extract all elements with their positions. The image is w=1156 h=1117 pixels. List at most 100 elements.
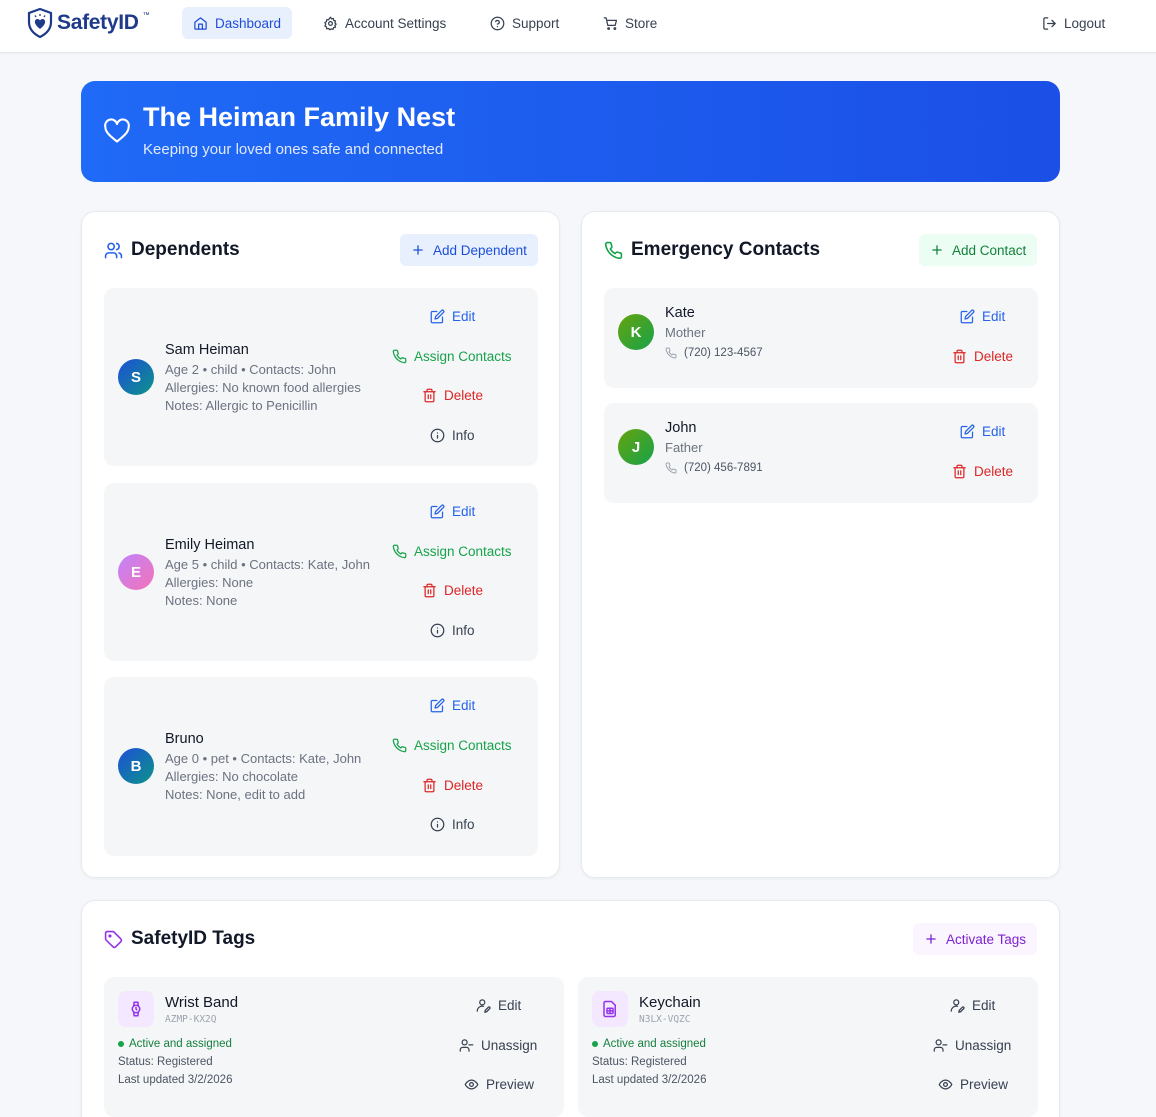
users-icon <box>104 241 123 260</box>
preview-button[interactable]: Preview <box>938 1077 1008 1092</box>
logo[interactable]: SafetyID ™ <box>27 7 150 39</box>
delete-button[interactable]: Delete <box>952 349 1013 364</box>
edit-label: Edit <box>452 504 476 519</box>
delete-button[interactable]: Delete <box>422 583 483 598</box>
unassign-label: Unassign <box>955 1038 1012 1053</box>
tag-name: Wrist Band <box>165 994 239 1011</box>
info-label: Info <box>452 623 475 638</box>
assign-contacts-button[interactable]: Assign Contacts <box>392 349 512 364</box>
avatar: S <box>118 359 154 395</box>
edit-button[interactable]: Edit <box>430 698 475 713</box>
family-banner: The Heiman Family Nest Keeping your love… <box>81 81 1060 182</box>
edit-icon <box>430 309 445 324</box>
delete-button[interactable]: Delete <box>422 778 483 793</box>
delete-button[interactable]: Delete <box>422 388 483 403</box>
dependent-meta: Age 0 • pet • Contacts: Kate, John <box>165 751 362 766</box>
edit-button[interactable]: Edit <box>960 309 1005 324</box>
tags-title: SafetyID Tags <box>131 928 256 949</box>
dependents-title: Dependents <box>131 239 240 260</box>
logo-trademark: ™ <box>142 11 150 19</box>
edit-button[interactable]: Edit <box>430 309 475 324</box>
dependent-allergies: Allergies: None <box>165 575 254 590</box>
user-edit-icon <box>950 998 965 1013</box>
info-icon <box>430 428 445 443</box>
cart-icon <box>603 16 618 31</box>
dependent-notes: Notes: None <box>165 593 238 608</box>
tag-last-updated: Last updated 3/2/2026 <box>592 1074 707 1086</box>
dependents-heading: Dependents <box>104 239 240 261</box>
nav-dashboard[interactable]: Dashboard <box>182 7 293 39</box>
gear-icon <box>323 16 338 31</box>
dependent-allergies: Allergies: No known food allergies <box>165 380 361 395</box>
unassign-button[interactable]: Unassign <box>933 1038 1011 1053</box>
tag-last-updated: Last updated 3/2/2026 <box>118 1074 233 1086</box>
tag-code: AZMP-KX2Q <box>165 1014 217 1025</box>
add-dependent-button[interactable]: Add Dependent <box>400 234 538 266</box>
top-navbar: SafetyID ™ Dashboard Account Settings Su… <box>0 0 1156 53</box>
status-dot <box>592 1041 598 1047</box>
edit-label: Edit <box>452 698 476 713</box>
shield-heart-icon <box>27 7 53 39</box>
info-button[interactable]: Info <box>430 623 475 638</box>
user-minus-icon <box>459 1038 474 1053</box>
delete-button[interactable]: Delete <box>952 464 1013 479</box>
assign-contacts-button[interactable]: Assign Contacts <box>392 738 512 753</box>
status-text: Active and assigned <box>129 1038 232 1050</box>
dependent-card: E Emily Heiman Age 5 • child • Contacts:… <box>104 483 538 661</box>
contact-name: Kate <box>665 305 695 321</box>
contact-relation: Mother <box>665 325 706 340</box>
unassign-button[interactable]: Unassign <box>459 1038 537 1053</box>
logo-text: SafetyID <box>57 11 139 34</box>
contact-relation: Father <box>665 440 703 455</box>
delete-label: Delete <box>444 583 484 598</box>
edit-button[interactable]: Edit <box>960 424 1005 439</box>
add-contact-label: Add Contact <box>952 242 1027 258</box>
assign-contacts-label: Assign Contacts <box>414 738 512 753</box>
family-subtitle: Keeping your loved ones safe and connect… <box>143 141 444 158</box>
tags-heading: SafetyID Tags <box>104 928 255 950</box>
unassign-label: Unassign <box>481 1038 538 1053</box>
trash-icon <box>422 583 437 598</box>
dependent-allergies: Allergies: No chocolate <box>165 769 298 784</box>
delete-label: Delete <box>444 388 484 403</box>
edit-button[interactable]: Edit <box>430 504 475 519</box>
logout-button[interactable]: Logout <box>1031 7 1116 39</box>
watch-icon <box>127 1000 145 1018</box>
eye-icon <box>938 1077 953 1092</box>
activate-tags-button[interactable]: Activate Tags <box>913 923 1038 955</box>
assign-contacts-label: Assign Contacts <box>414 349 512 364</box>
edit-icon <box>960 309 975 324</box>
dependent-meta: Age 5 • child • Contacts: Kate, John <box>165 557 370 572</box>
avatar-initial: E <box>130 563 141 581</box>
nav-store-label: Store <box>625 15 658 31</box>
tag-card: Wrist Band AZMP-KX2Q Active and assigned… <box>104 977 564 1117</box>
edit-tag-button[interactable]: Edit <box>476 998 521 1013</box>
avatar: B <box>118 748 154 784</box>
preview-label: Preview <box>486 1077 535 1092</box>
info-button[interactable]: Info <box>430 817 475 832</box>
preview-label: Preview <box>960 1077 1009 1092</box>
assign-contacts-button[interactable]: Assign Contacts <box>392 544 512 559</box>
contact-card: J John Father (720) 456-7891 Edit Delete <box>604 403 1038 503</box>
home-icon <box>193 16 208 31</box>
delete-label: Delete <box>974 349 1014 364</box>
tag-type-badge <box>118 991 154 1027</box>
delete-label: Delete <box>444 778 484 793</box>
tag-code: N3LX-VQZC <box>639 1014 691 1025</box>
preview-button[interactable]: Preview <box>464 1077 534 1092</box>
phone-icon <box>665 347 677 359</box>
nav-store[interactable]: Store <box>592 7 668 39</box>
nav-account-settings[interactable]: Account Settings <box>312 7 457 39</box>
info-label: Info <box>452 817 475 832</box>
edit-tag-button[interactable]: Edit <box>950 998 995 1013</box>
add-contact-button[interactable]: Add Contact <box>919 234 1038 266</box>
heart-icon <box>103 117 131 150</box>
dependent-card: B Bruno Age 0 • pet • Contacts: Kate, Jo… <box>104 677 538 856</box>
avatar: E <box>118 554 154 590</box>
tag-active-status: Active and assigned <box>118 1038 232 1050</box>
info-button[interactable]: Info <box>430 428 475 443</box>
logout-icon <box>1042 16 1057 31</box>
nav-support[interactable]: Support <box>479 7 570 39</box>
contacts-heading: Emergency Contacts <box>604 239 820 261</box>
safetyid-tags-panel: SafetyID Tags Activate Tags Wrist Band A… <box>81 900 1060 1117</box>
